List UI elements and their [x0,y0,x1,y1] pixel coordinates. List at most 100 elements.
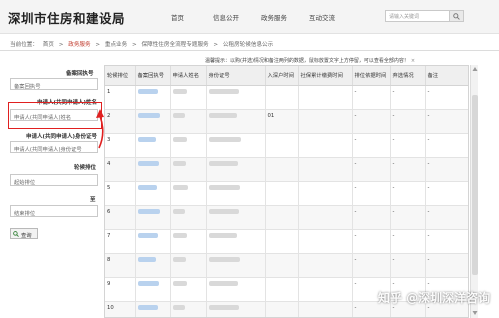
cell-rank-basis-date: - [352,205,391,230]
redacted-value [137,304,158,310]
breadcrumb-housing-service[interactable]: 保障性住房全流程专题服务 [142,42,209,48]
redacted-value [208,256,240,262]
site-header: 深圳市住房和建设局 首页 信息公开 政务服务 互动交流 请输入关键词 [0,0,499,34]
queue-table: 轮候排位 备案回执号 申请人姓名 身份证号 入深户时间 社保累计缴费时间 排位依… [104,65,469,318]
table-row[interactable]: 7--- [105,229,468,254]
cell-social-security [298,109,353,134]
table-row[interactable]: 3--- [105,133,468,158]
table-row[interactable]: 6--- [105,205,468,230]
cell-hukou-date [265,85,299,110]
cell-rank: 8 [105,253,136,278]
scrollbar-thumb[interactable] [472,95,478,275]
col-header-rank-basis-date[interactable]: 排位依据时间 [352,66,391,86]
query-button-label: 查询 [21,233,32,239]
cell-id-number [206,181,266,206]
col-header-applicant-name[interactable]: 申请人姓名 [170,66,207,86]
redacted-value [208,88,239,94]
search-input[interactable]: 请输入关键词 [385,10,450,22]
cell-id-number [206,229,266,254]
col-header-rank[interactable]: 轮候排位 [105,66,136,86]
cell-rank: 2 [105,109,136,134]
site-title[interactable]: 深圳市住房和建设局 [8,8,125,27]
redacted-value [172,136,187,142]
cell-hukou-date [265,277,299,302]
table-row[interactable]: 4--- [105,157,468,182]
cell-rank: 3 [105,133,136,158]
col-header-social-security[interactable]: 社保累计缴费时间 [298,66,353,86]
divider [0,50,499,51]
nav-info-disclosure[interactable]: 信息公开 [213,12,239,22]
cell-applicant-name [170,133,207,158]
breadcrumb-current[interactable]: 公租房轮候信息公示 [223,42,273,48]
redacted-value [208,280,238,286]
redacted-value [137,280,159,286]
cell-id-number [206,205,266,230]
col-header-waiver[interactable]: 弃选情况 [390,66,426,86]
cell-id-number [206,277,266,302]
redacted-value [172,112,185,118]
start-rank-input[interactable]: 起始排位 [10,174,98,186]
nav-interaction[interactable]: 互动交流 [309,12,335,22]
nav-home[interactable]: 首页 [171,12,184,22]
close-icon[interactable]: × [411,58,415,64]
table-row[interactable]: 1--- [105,85,468,110]
cell-hukou-date [265,181,299,206]
breadcrumb-prefix: 当前位置： [10,42,38,48]
applicant-id-input[interactable]: 申请人(共同申请人)身份证号 [10,141,98,153]
search-icon [13,231,19,237]
redacted-value [172,184,188,190]
cell-receipt-no [135,85,171,110]
redacted-value [137,112,160,118]
table-body: 1- - -2 01- - -3- - -4- - -5- - -6- - -7- - -8- - -9- - -10… [105,85,468,317]
cell-receipt-no [135,133,171,158]
cell-social-security [298,229,353,254]
redacted-value [208,160,238,166]
cell-remarks: - [425,157,468,182]
redacted-value [137,256,156,262]
cell-rank: 1 [105,85,136,110]
redacted-value [137,136,156,142]
wait-no-input[interactable]: 备案回执号 [10,78,98,90]
cell-social-security [298,277,353,302]
table-scrollbar[interactable] [470,65,478,318]
redacted-value [172,160,186,166]
zhihu-watermark: 知乎 @深圳深洋咨询 [378,291,491,305]
cell-id-number [206,253,266,278]
cell-rank: 9 [105,277,136,302]
breadcrumb-key-business[interactable]: 重点业务 [105,42,127,48]
col-header-receipt-no[interactable]: 备案回执号 [135,66,171,86]
cell-remarks: - [425,133,468,158]
redacted-value [172,208,185,214]
breadcrumb: 当前位置： 首页 > 政务服务 > 重点业务 > 保障性住房全流程专题服务 > … [10,40,276,48]
end-rank-input[interactable]: 结束排位 [10,205,98,217]
query-button[interactable]: 查询 [10,228,38,239]
cell-waiver: - [390,229,426,254]
breadcrumb-separator: > [58,42,64,48]
scroll-up-icon[interactable] [472,66,478,72]
table-row[interactable]: 8--- [105,253,468,278]
scroll-down-icon[interactable] [472,310,478,316]
tip-text: 温馨提示：以购(并选)情况和备注两列的数据，鼠标放置文字上方停留，可以查看全部内… [205,57,415,64]
cell-waiver: - [390,85,426,110]
redacted-value [208,304,239,310]
col-header-id-number[interactable]: 身份证号 [206,66,266,86]
cell-waiver: - [390,205,426,230]
cell-rank: 7 [105,229,136,254]
tip-message: 温馨提示：以购(并选)情况和备注两列的数据，鼠标放置文字上方停留，可以查看全部内… [205,58,409,64]
search-button[interactable] [450,10,464,22]
cell-applicant-name [170,85,207,110]
cell-applicant-name [170,205,207,230]
redacted-value [172,280,187,286]
table-row[interactable]: 5--- [105,181,468,206]
cell-id-number [206,85,266,110]
nav-government-services[interactable]: 政务服务 [261,12,287,22]
cell-rank-basis-date: - [352,253,391,278]
breadcrumb-home[interactable]: 首页 [43,42,54,48]
col-header-hukou-date[interactable]: 入深户时间 [265,66,299,86]
cell-rank: 6 [105,205,136,230]
cell-receipt-no [135,277,171,302]
cell-waiver: - [390,133,426,158]
table-row[interactable]: 2 01- - - [105,109,468,134]
col-header-remarks[interactable]: 备注 [425,66,468,86]
breadcrumb-government-services[interactable]: 政务服务 [68,42,90,48]
